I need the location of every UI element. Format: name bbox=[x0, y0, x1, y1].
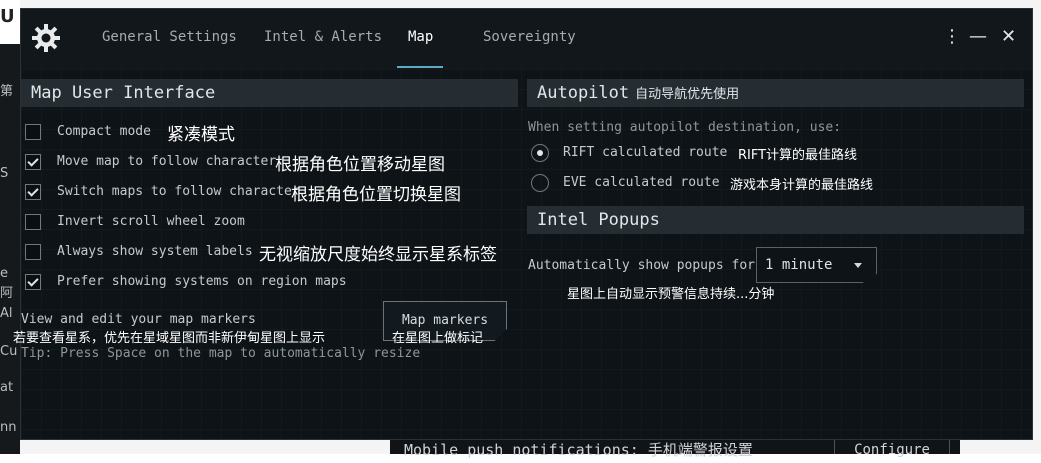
popups-cn: 星图上自动显示预警信息持续...分钟 bbox=[567, 287, 775, 302]
tab-sovereignty[interactable]: Sovereignty bbox=[483, 29, 576, 45]
checkbox[interactable] bbox=[25, 124, 41, 140]
bg-fragment: Cu bbox=[0, 344, 18, 359]
chevron-down-icon bbox=[854, 263, 862, 268]
checkbox[interactable] bbox=[25, 274, 41, 290]
checkbox[interactable] bbox=[25, 154, 41, 170]
mobile-push-label: Mobile push notifications: 手机端警报设置 bbox=[404, 441, 753, 459]
active-tab-indicator bbox=[397, 66, 443, 68]
checkbox[interactable] bbox=[25, 214, 41, 230]
gear-icon[interactable] bbox=[31, 23, 61, 53]
popup-duration-select[interactable]: 1 minute bbox=[756, 247, 877, 283]
settings-window: General Settings Intel & Alerts Map Sove… bbox=[13, 8, 1033, 440]
minimize-icon[interactable]: — bbox=[969, 27, 987, 47]
bg-fragment: 第 bbox=[0, 84, 14, 99]
bg-fragment: Al bbox=[0, 306, 13, 321]
radio-button[interactable] bbox=[531, 174, 549, 192]
map-ui-header: Map User Interface bbox=[21, 79, 518, 107]
bg-fragment: U bbox=[0, 6, 15, 27]
title-bar: General Settings Intel & Alerts Map Sove… bbox=[21, 9, 1032, 69]
tip-text: Tip: Press Space on the map to automatic… bbox=[21, 346, 421, 361]
bg-fragment: at bbox=[0, 380, 14, 395]
intel-popups-header: Intel Popups bbox=[527, 206, 1024, 234]
markers-cn: 若要查看星系，优先在星域星图而非新伊甸星图上显示 bbox=[13, 331, 326, 346]
bg-fragment: e bbox=[0, 266, 8, 281]
background-left-panel: U 第 S e 阿 Al Cu at nn bbox=[0, 0, 20, 454]
popups-label: Automatically show popups for: bbox=[528, 258, 763, 273]
bg-fragment: nn bbox=[0, 420, 17, 435]
bg-fragment: S bbox=[0, 166, 9, 181]
tab-map[interactable]: Map bbox=[408, 29, 433, 45]
markers-text: View and edit your map markers bbox=[21, 312, 256, 327]
menu-icon[interactable]: ⋮ bbox=[943, 27, 961, 47]
checkbox[interactable] bbox=[25, 184, 41, 200]
radio-button[interactable] bbox=[531, 144, 549, 162]
markers-button-cn: 在星图上做标记 bbox=[392, 331, 484, 346]
tab-general-settings[interactable]: General Settings bbox=[102, 29, 237, 45]
tab-intel-alerts[interactable]: Intel & Alerts bbox=[264, 29, 382, 45]
autopilot-header: Autopilot 自动导航优先使用 bbox=[527, 79, 1024, 107]
autopilot-description: When setting autopilot destination, use: bbox=[528, 120, 842, 135]
checkbox[interactable] bbox=[25, 244, 41, 260]
close-icon[interactable]: ✕ bbox=[1001, 27, 1016, 47]
bg-fragment: 阿 bbox=[0, 286, 14, 301]
content-area: Map User Interface Compact mode 紧凑模式 Mov… bbox=[13, 69, 1032, 439]
